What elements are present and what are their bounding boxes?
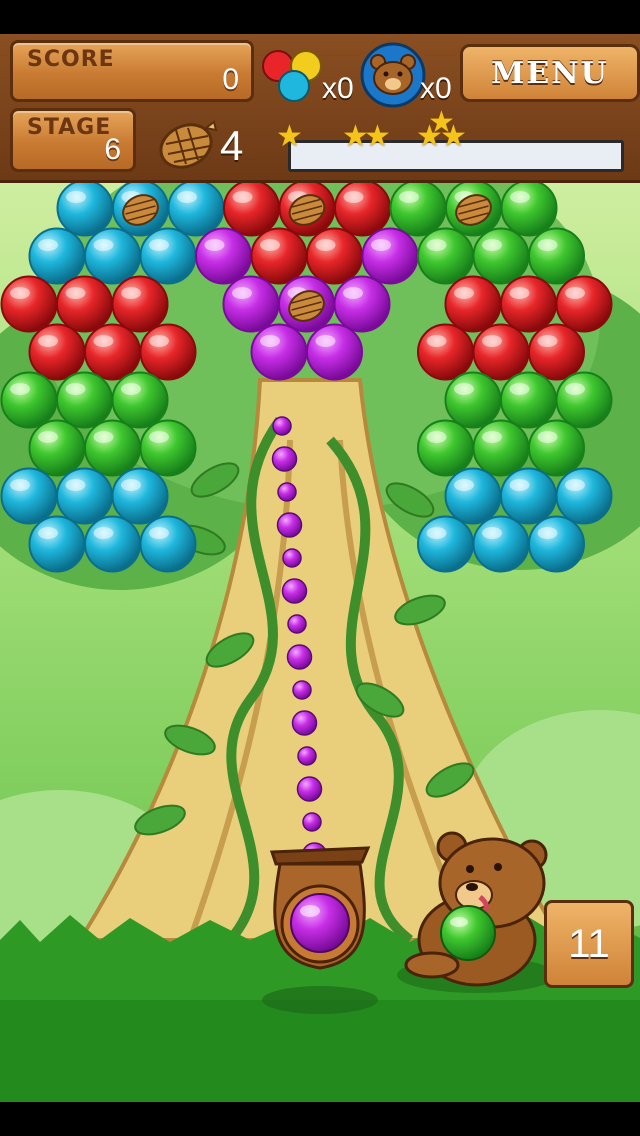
score-label: SCORE — [27, 47, 115, 72]
aim-dot — [292, 680, 312, 700]
aim-dot — [272, 416, 292, 436]
next-bubble — [440, 905, 496, 961]
aim-dot — [287, 614, 307, 634]
stage-label: STAGE — [27, 115, 112, 140]
pinecone-count: 4 — [220, 122, 244, 169]
aim-dot — [277, 482, 297, 502]
aim-dot — [282, 548, 302, 568]
score-panel: SCORE 0 — [10, 40, 254, 102]
score-value: 0 — [222, 63, 239, 96]
aim-dot — [286, 644, 313, 670]
aim-dot — [276, 512, 303, 538]
aim-dot — [281, 578, 308, 604]
bear-count: x0 — [420, 72, 452, 105]
menu-button[interactable]: MENU — [460, 44, 640, 102]
star-1-icon: ★ — [276, 120, 303, 153]
aim-dot — [297, 746, 317, 766]
loaded-bubble — [290, 893, 350, 953]
aim-dot — [271, 446, 298, 472]
stage-value: 6 — [104, 133, 121, 166]
star-2b-icon: ★ — [364, 120, 391, 153]
aim-dot — [302, 812, 322, 832]
game-screen[interactable]: 11 SCORE 0 STAGE 6 x0 x0 4 ★ ★ ★ ★ ★ ★ M… — [0, 0, 640, 1136]
pinecone-icon — [159, 120, 218, 169]
shots-remaining-counter: 11 — [544, 900, 634, 988]
bubbles-icon — [262, 50, 322, 102]
bubbles-count: x0 — [322, 72, 354, 105]
stage-panel: STAGE 6 — [10, 108, 136, 172]
bear-badge-icon — [360, 42, 426, 108]
aim-dot — [291, 710, 318, 736]
aim-dot — [296, 776, 323, 802]
star-3c-icon: ★ — [440, 120, 467, 153]
